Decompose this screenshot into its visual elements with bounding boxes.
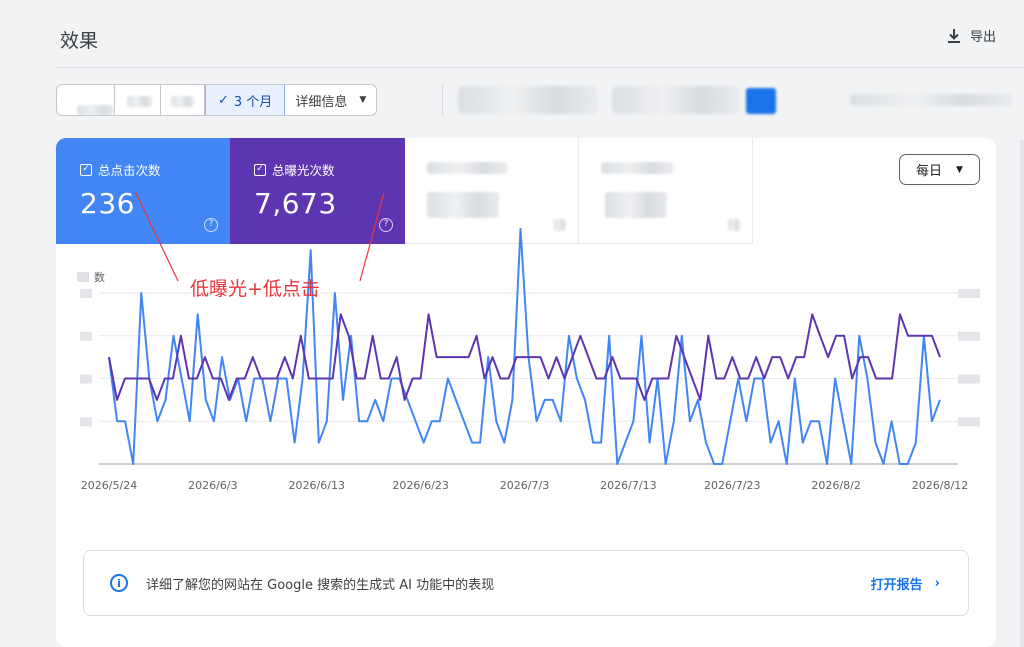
scrollbar-track[interactable] [1020,140,1024,647]
axis-tick-blurred [958,289,980,298]
more-filters-label: 详细信息 [295,94,348,110]
x-tick-label: 2026/5/24 [81,479,137,492]
export-label: 导出 [969,30,996,45]
check-icon: ✓ [218,92,229,108]
header-divider [56,67,1024,68]
x-tick-label: 2026/6/23 [392,479,448,492]
open-report-link[interactable]: 打开报告 › [871,574,940,593]
series-line-impressions [108,313,941,401]
export-button[interactable]: 导出 [946,26,996,45]
axis-tick-blurred [958,417,980,427]
download-icon [947,28,960,43]
info-icon: i [110,574,128,592]
x-tick-label: 2026/6/3 [188,479,237,492]
banner-text: 详细了解您的网站在 Google 搜索的生成式 AI 功能中的表现 [146,577,495,593]
search-type-filter-blurred[interactable] [458,86,598,114]
ai-features-banner: i 详细了解您的网站在 Google 搜索的生成式 AI 功能中的表现 打开报告… [83,550,969,616]
left-axis-label-blurred [77,272,89,282]
performance-card: ✓ 总点击次数 236 ? ✓ 总曝光次数 7,673 ? 每日 ▼ 2026/5/… [56,138,996,647]
performance-chart: 2026/5/24 2026/6/3 2026/6/13 2026/6/23 2026/… [77,192,980,492]
axis-tick-blurred [958,331,980,341]
date-range-option-blurred[interactable] [57,85,115,115]
page-title: 效果 [60,30,99,52]
x-tick-label: 2026/7/3 [500,479,549,492]
last-updated-blurred [850,94,1012,106]
left-axis-label: 数 [94,271,105,284]
date-range-option-3-months[interactable]: ✓ 3 个月 [205,85,286,115]
axis-tick-blurred [80,331,92,341]
series-line-clicks [108,227,941,465]
date-range-option-blurred[interactable] [115,85,161,115]
axis-tick-blurred [958,374,980,384]
date-range-option-blurred[interactable] [161,85,205,115]
x-tick-label: 2026/8/2 [811,479,860,492]
open-report-label: 打开报告 [870,577,923,593]
page-header: 效果 导出 [0,0,1024,68]
x-tick-label: 2026/8/12 [912,479,968,492]
x-tick-label: 2026/7/23 [704,479,760,492]
axis-tick-blurred [80,374,92,384]
chart-annotation: 低曝光+低点击 [190,278,320,300]
filter-bar: ✓ 3 个月 详细信息 ▼ [56,84,1016,116]
add-filter-blurred[interactable] [612,86,740,114]
filter-divider [442,84,443,116]
axis-tick-blurred [80,417,92,427]
x-tick-label: 2026/6/13 [289,479,345,492]
date-range-selector: ✓ 3 个月 详细信息 ▼ [56,84,378,116]
chevron-right-icon: › [934,575,940,591]
annotation-arrow-clicks [135,192,179,282]
date-range-option-label: 3 个月 [233,94,273,110]
annotation-arrow-impressions [359,192,385,282]
x-tick-label: 2026/7/13 [600,479,656,492]
axis-tick-blurred [80,289,92,298]
more-filters-button[interactable]: 详细信息 ▼ [285,85,376,115]
caret-down-icon: ▼ [359,95,367,105]
filter-action-blurred[interactable] [746,88,776,114]
